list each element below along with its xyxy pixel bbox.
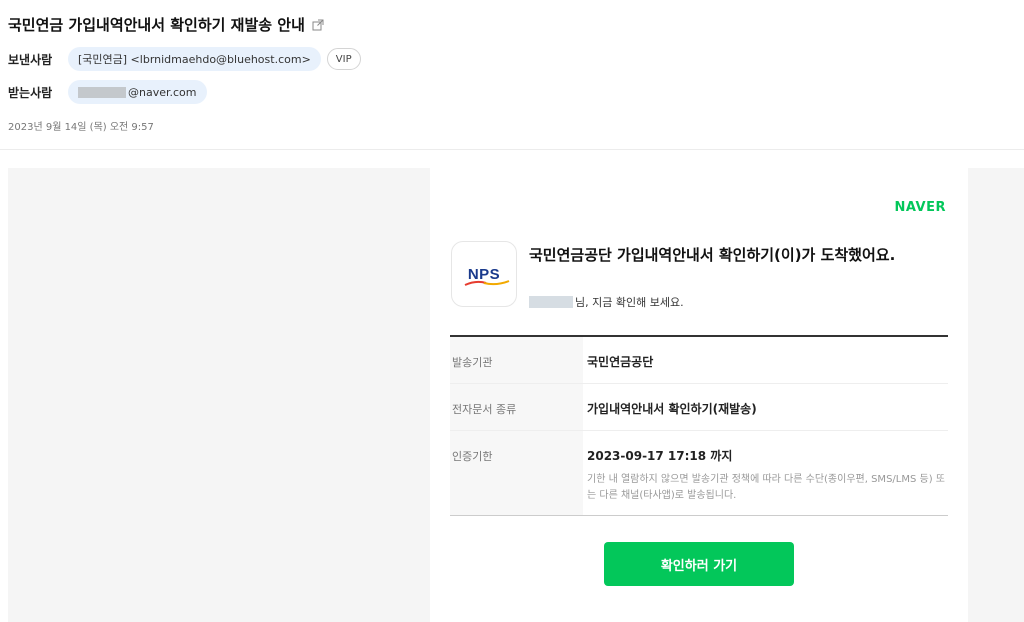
recipient-domain: @naver.com (128, 85, 197, 99)
recipient-row: 받는사람 @naver.com (8, 80, 207, 104)
mail-subject: 국민연금 가입내역안내서 확인하기 재발송 안내 (8, 14, 324, 35)
deadline-note: 기한 내 열람하지 않으면 발송기관 정책에 따라 다른 수단(종이우편, SM… (587, 474, 945, 501)
table-row: 전자문서 종류 가입내역안내서 확인하기(재발송) (450, 384, 948, 431)
row-value-deadline: 2023-09-17 17:18 까지 (587, 449, 733, 463)
sender-label: 보낸사람 (8, 52, 53, 67)
row-value-doc-type: 가입내역안내서 확인하기(재발송) (587, 402, 757, 416)
row-value-sender-org: 국민연금공단 (587, 355, 654, 369)
masked-user-name (529, 296, 573, 308)
card-title: 국민연금공단 가입내역안내서 확인하기(이)가 도착했어요. (529, 246, 896, 264)
sender-row: 보낸사람 [국민연금] <lbrnidmaehdo@bluehost.com> … (8, 47, 361, 71)
greeting: 님, 지금 확인해 보세요. (529, 294, 684, 310)
table-row: 발송기관 국민연금공단 (450, 337, 948, 384)
mail-date: 2023년 9월 14일 (목) 오전 9:57 (8, 122, 154, 133)
naver-logo: NAVER (894, 200, 946, 215)
body-background-right (968, 168, 1024, 622)
sender-chip[interactable]: [국민연금] <lbrnidmaehdo@bluehost.com> (68, 47, 321, 71)
row-label-deadline: 인증기한 (452, 450, 493, 463)
info-table: 발송기관 국민연금공단 전자문서 종류 가입내역안내서 확인하기(재발송) 인증… (450, 335, 948, 516)
masked-recipient-name (78, 86, 126, 98)
recipient-label: 받는사람 (8, 85, 53, 100)
nps-swoosh-icon (464, 279, 510, 286)
greeting-text: 님, 지금 확인해 보세요. (575, 296, 684, 309)
mail-header: 국민연금 가입내역안내서 확인하기 재발송 안내 보낸사람 [국민연금] <lb… (0, 0, 1024, 150)
nps-logo: NPS (451, 241, 517, 307)
table-row: 인증기한 2023-09-17 17:18 까지 기한 내 열람하지 않으면 발… (450, 431, 948, 515)
confirm-button[interactable]: 확인하러 가기 (604, 542, 794, 586)
recipient-chip[interactable]: @naver.com (68, 80, 207, 104)
body-background-left (8, 168, 430, 622)
notification-card: NAVER NPS 국민연금공단 가입내역안내서 확인하기(이)가 도착했어요.… (430, 168, 968, 622)
external-link-icon[interactable] (312, 19, 324, 31)
row-label-doc-type: 전자문서 종류 (452, 403, 517, 416)
row-label-sender-org: 발송기관 (452, 356, 493, 369)
vip-button[interactable]: VIP (326, 48, 361, 70)
subject-text: 국민연금 가입내역안내서 확인하기 재발송 안내 (8, 16, 305, 34)
